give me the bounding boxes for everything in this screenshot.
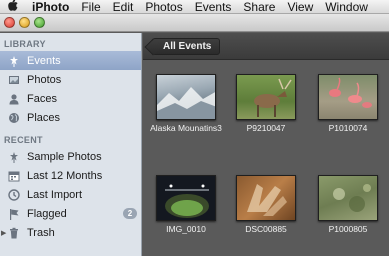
sidebar-item-label: Events bbox=[27, 54, 61, 67]
events-icon bbox=[8, 151, 20, 163]
import-icon bbox=[8, 188, 20, 201]
flag-icon bbox=[8, 208, 20, 220]
event-thumbnail[interactable] bbox=[236, 175, 296, 221]
menu-bar: iPhoto File Edit Photos Events Share Vie… bbox=[0, 0, 389, 14]
sidebar-item-flagged[interactable]: Flagged 2 bbox=[0, 204, 141, 223]
library-heading: LIBRARY bbox=[4, 39, 46, 49]
menu-view[interactable]: View bbox=[281, 0, 319, 13]
sidebar-item-last-12-months[interactable]: Last 12 Months bbox=[0, 166, 141, 185]
sidebar-item-photos[interactable]: Photos bbox=[0, 70, 141, 89]
recent-heading: RECENT bbox=[4, 135, 43, 145]
photos-icon bbox=[8, 74, 20, 86]
sidebar: LIBRARY Events Photos Faces Places RECEN… bbox=[0, 33, 142, 256]
sidebar-item-label: Last Import bbox=[27, 188, 83, 201]
places-icon bbox=[8, 112, 20, 124]
sidebar-item-label: Flagged bbox=[27, 207, 67, 220]
browser-toolbar: All Events bbox=[143, 33, 389, 60]
event-name: P1000805 bbox=[328, 224, 368, 234]
event-thumbnail[interactable] bbox=[236, 74, 296, 120]
sidebar-item-faces[interactable]: Faces bbox=[0, 89, 141, 108]
close-window-button[interactable] bbox=[4, 17, 15, 28]
all-events-breadcrumb[interactable]: All Events bbox=[152, 38, 221, 55]
zoom-window-button[interactable] bbox=[34, 17, 45, 28]
menu-file[interactable]: File bbox=[75, 0, 106, 13]
sidebar-item-trash[interactable]: ▶ Trash bbox=[0, 223, 141, 242]
sidebar-item-label: Trash bbox=[27, 226, 55, 239]
sidebar-item-sample-photos[interactable]: Sample Photos bbox=[0, 147, 141, 166]
sidebar-item-label: Sample Photos bbox=[27, 150, 102, 163]
event-name: P9210047 bbox=[246, 123, 286, 133]
event-thumbnail[interactable] bbox=[156, 175, 216, 221]
event-thumbnail[interactable] bbox=[318, 74, 378, 120]
event-item[interactable]: P1010074 bbox=[307, 74, 389, 133]
menu-window[interactable]: Window bbox=[319, 0, 374, 13]
event-item[interactable]: Alaska Mounatins3 bbox=[145, 74, 227, 133]
minimize-window-button[interactable] bbox=[19, 17, 30, 28]
sidebar-item-places[interactable]: Places bbox=[0, 108, 141, 127]
events-browser: All Events Alaska Mounatins3 P9210047 P1… bbox=[143, 33, 389, 256]
event-item[interactable]: P1000805 bbox=[307, 175, 389, 234]
sidebar-item-label: Places bbox=[27, 111, 61, 124]
event-name: IMG_0010 bbox=[166, 224, 206, 234]
sidebar-item-last-import[interactable]: Last Import bbox=[0, 185, 141, 204]
sidebar-item-label: Faces bbox=[27, 92, 57, 105]
events-icon bbox=[8, 55, 20, 67]
menu-photos[interactable]: Photos bbox=[139, 0, 188, 13]
event-name: DSC00885 bbox=[245, 224, 287, 234]
menu-events[interactable]: Events bbox=[189, 0, 238, 13]
faces-icon bbox=[8, 93, 20, 105]
flagged-count-badge: 2 bbox=[123, 208, 137, 219]
event-name: Alaska Mounatins3 bbox=[150, 123, 222, 133]
sidebar-item-label: Photos bbox=[27, 73, 62, 86]
window-titlebar bbox=[0, 14, 389, 32]
menu-iphoto[interactable]: iPhoto bbox=[26, 0, 75, 13]
calendar-icon bbox=[8, 170, 20, 182]
event-thumbnail[interactable] bbox=[318, 175, 378, 221]
apple-menu-icon[interactable] bbox=[0, 0, 26, 13]
sidebar-item-events[interactable]: Events bbox=[0, 51, 141, 70]
event-item[interactable]: DSC00885 bbox=[225, 175, 307, 234]
event-item[interactable]: P9210047 bbox=[225, 74, 307, 133]
sidebar-item-label: Last 12 Months bbox=[27, 169, 103, 182]
disclosure-triangle-icon[interactable]: ▶ bbox=[1, 229, 6, 237]
trash-icon bbox=[8, 227, 20, 239]
event-item[interactable]: IMG_0010 bbox=[145, 175, 227, 234]
event-thumbnail[interactable] bbox=[156, 74, 216, 120]
event-name: P1010074 bbox=[328, 123, 368, 133]
events-grid: Alaska Mounatins3 P9210047 P1010074 IMG_… bbox=[143, 61, 389, 256]
menu-edit[interactable]: Edit bbox=[107, 0, 140, 13]
menu-share[interactable]: Share bbox=[237, 0, 281, 13]
